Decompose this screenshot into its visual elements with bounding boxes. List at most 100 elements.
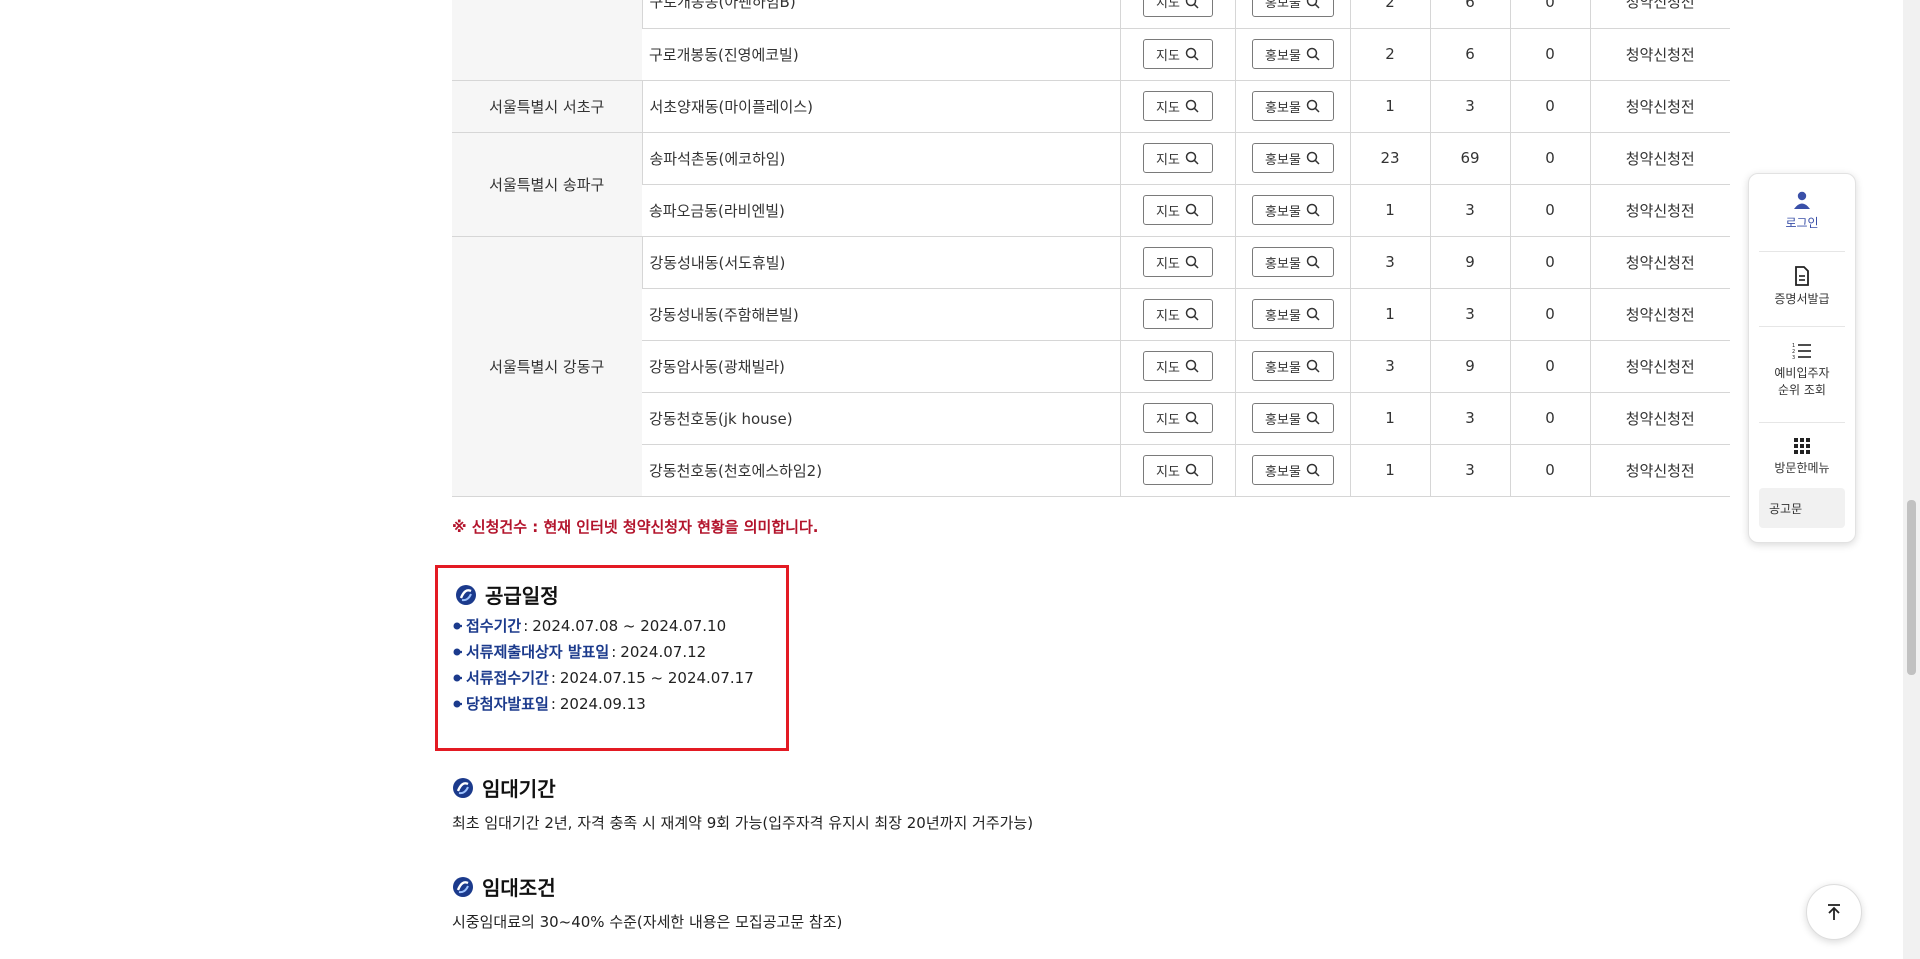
divider [1759,251,1845,252]
grid-icon [1794,438,1810,454]
application-count: 0 [1509,444,1590,497]
bullet-icon [453,622,462,629]
application-count: 0 [1509,0,1590,29]
search-icon [1306,463,1320,477]
login-button[interactable]: 로그인 [1749,190,1855,231]
map-button[interactable]: 지도 [1142,0,1213,17]
supply-count: 2 [1349,0,1430,29]
table-row: 구로개봉동(아펜하임B) 지도 홍보물 2 6 0 청약신청전 [452,0,1730,81]
arrow-up-icon [1828,904,1840,920]
quick-menu: 로그인 증명서발급 1 2 3 예비입주자 순위 조회 방문한메뉴 공고문 [1748,173,1856,543]
supply-count: 1 [1349,184,1430,237]
application-count: 0 [1509,288,1590,341]
lease-terms-text: 시중임대료의 30~40% 수준(자세한 내용은 모집공고문 참조) [452,913,843,931]
supply-count: 1 [1349,288,1430,341]
house-name: 구로개봉동(진영에코빌) [642,28,1120,81]
table-row: 구로개봉동(진영에코빌) 지도 홍보물 2 6 0 청약신청전 [452,28,1730,81]
certificate-button[interactable]: 증명서발급 [1749,266,1855,307]
search-icon [1185,255,1199,269]
visited-menu-button[interactable]: 방문한메뉴 [1749,437,1855,476]
scroll-top-button[interactable] [1806,884,1862,940]
promo-button[interactable]: 홍보물 [1251,403,1334,433]
search-icon [1306,307,1320,321]
search-icon [1306,99,1320,113]
promo-button[interactable]: 홍보물 [1251,143,1334,173]
status-text: 청약신청전 [1589,444,1730,497]
search-icon [1306,151,1320,165]
promo-button[interactable]: 홍보물 [1251,0,1334,17]
search-icon [1185,99,1199,113]
promo-button[interactable]: 홍보물 [1251,39,1334,69]
promo-button[interactable]: 홍보물 [1251,299,1334,329]
apply-count: 9 [1429,236,1510,289]
table-row: 서울특별시 송파구 송파석촌동(에코하임) 지도 홍보물 23 69 0 청약신청전 [452,132,1730,237]
page-scrollbar[interactable] [1903,0,1920,959]
status-text: 청약신청전 [1589,236,1730,289]
schedule-value: 2024.07.15 ~ 2024.07.17 [559,668,754,687]
house-name: 송파오금동(라비엔빌) [642,184,1120,237]
promo-button[interactable]: 홍보물 [1251,195,1334,225]
map-button[interactable]: 지도 [1142,299,1213,329]
supply-schedule-box: 공급일정 접수기간:2024.07.08 ~ 2024.07.10 서류제출대상자… [435,565,789,751]
status-text: 청약신청전 [1589,184,1730,237]
search-icon [1185,0,1199,9]
supply-schedule-title: 공급일정 [455,580,559,609]
map-button[interactable]: 지도 [1142,455,1213,485]
search-icon [1306,359,1320,373]
search-icon [1185,411,1199,425]
schedule-label: 접수기간 [466,617,522,635]
search-icon [1306,47,1320,61]
map-button[interactable]: 지도 [1142,351,1213,381]
search-icon [1185,307,1199,321]
table-row: 서울특별시 강동구 강동성내동(서도휴빌) 지도 홍보물 3 9 0 청약신청전 [452,236,1730,497]
status-text: 청약신청전 [1589,340,1730,393]
apply-count: 3 [1429,184,1510,237]
section-icon [456,584,476,605]
waitlist-ranking-button[interactable]: 1 2 3 예비입주자 순위 조회 [1749,342,1855,398]
map-button[interactable]: 지도 [1142,143,1213,173]
supply-count: 1 [1349,392,1430,445]
apply-count: 3 [1429,444,1510,497]
map-button[interactable]: 지도 [1142,403,1213,433]
schedule-item: 서류접수기간:2024.07.15 ~ 2024.07.17 [452,667,754,688]
application-count: 0 [1509,28,1590,81]
promo-button[interactable]: 홍보물 [1251,455,1334,485]
document-icon [1795,266,1809,286]
divider [1759,326,1845,327]
table-row: 강동암사동(광채빌라) 지도 홍보물 3 9 0 청약신청전 [452,340,1730,393]
schedule-value: 2024.09.13 [559,694,646,713]
application-count: 0 [1509,392,1590,445]
status-text: 청약신청전 [1589,392,1730,445]
unit-table: 구로개봉동(아펜하임B) 지도 홍보물 2 6 0 청약신청전 구로개봉동(진영에코빌) 지도 홍… [452,0,1730,497]
schedule-item: 접수기간:2024.07.08 ~ 2024.07.10 [452,615,726,636]
bullet-icon [453,648,462,655]
notice-link[interactable]: 공고문 [1759,488,1845,528]
application-count: 0 [1509,340,1590,393]
schedule-item: 서류제출대상자 발표일:2024.07.12 [452,641,706,662]
promo-button[interactable]: 홍보물 [1251,247,1334,277]
search-icon [1306,255,1320,269]
region-cell [452,0,642,81]
divider [1759,422,1845,423]
lease-terms-title: 임대조건 [452,872,556,901]
map-button[interactable]: 지도 [1142,39,1213,69]
house-name: 서초양재동(마이플레이스) [641,80,1120,133]
status-text: 청약신청전 [1589,132,1730,185]
promo-button[interactable]: 홍보물 [1251,351,1334,381]
promo-button[interactable]: 홍보물 [1251,91,1334,121]
application-count: 0 [1509,80,1590,133]
status-text: 청약신청전 [1589,28,1730,81]
schedule-item: 당첨자발표일:2024.09.13 [452,693,646,714]
search-icon [1185,151,1199,165]
house-name: 강동천호동(jk house) [642,392,1120,445]
user-icon [1794,191,1810,209]
map-button[interactable]: 지도 [1142,195,1213,225]
application-note: ※ 신청건수 : 현재 인터넷 청약신청자 현황을 의미합니다. [452,518,819,536]
search-icon [1306,203,1320,217]
apply-count: 9 [1429,340,1510,393]
map-button[interactable]: 지도 [1142,247,1213,277]
map-button[interactable]: 지도 [1142,91,1213,121]
table-row: 송파오금동(라비엔빌) 지도 홍보물 1 3 0 청약신청전 [452,184,1730,237]
scrollbar-thumb[interactable] [1907,500,1916,675]
region-cell: 서울특별시 서초구 [452,80,642,133]
